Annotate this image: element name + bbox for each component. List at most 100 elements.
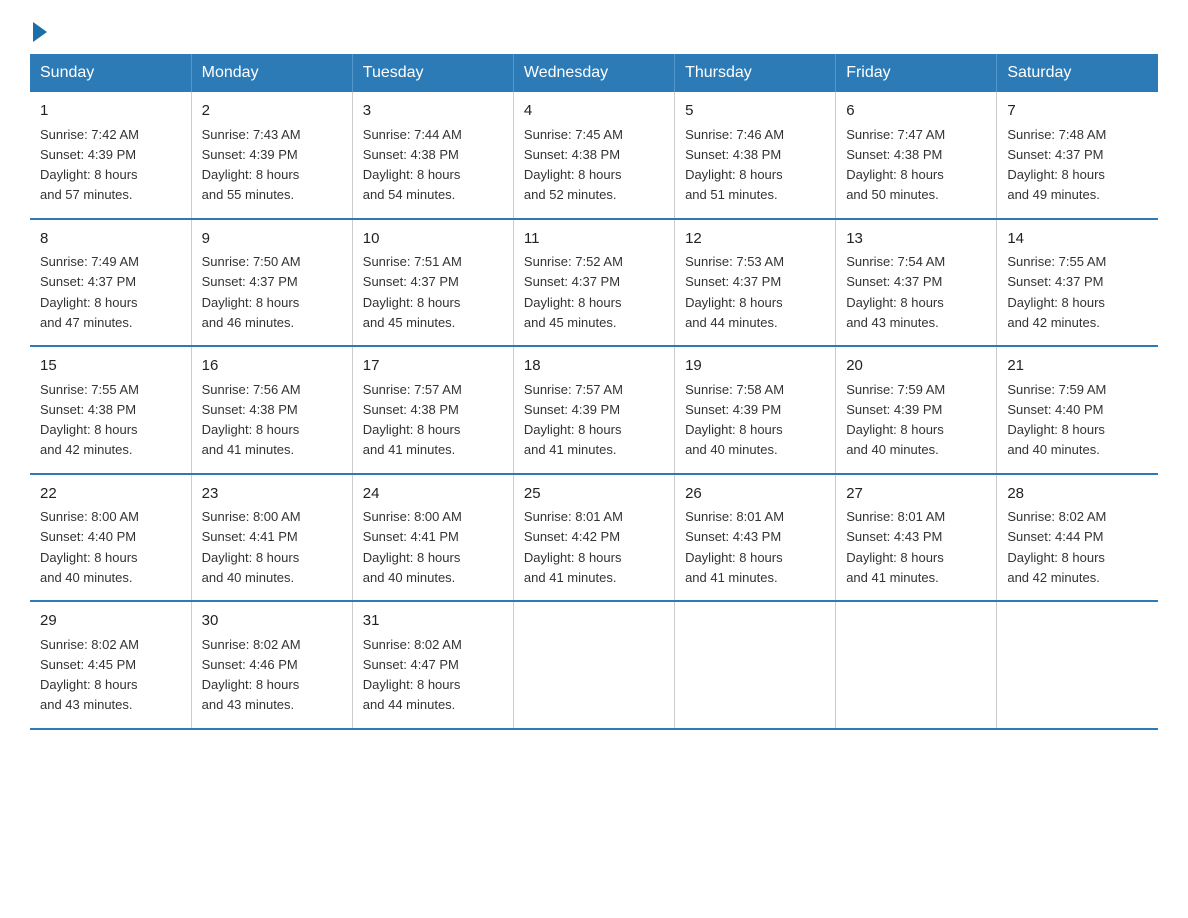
day-number: 12 bbox=[685, 228, 825, 251]
calendar-cell: 22 Sunrise: 8:00 AMSunset: 4:40 PMDaylig… bbox=[30, 474, 191, 602]
day-info: Sunrise: 7:57 AMSunset: 4:38 PMDaylight:… bbox=[363, 382, 462, 458]
day-number: 4 bbox=[524, 100, 664, 123]
day-number: 19 bbox=[685, 355, 825, 378]
day-info: Sunrise: 7:48 AMSunset: 4:37 PMDaylight:… bbox=[1007, 127, 1106, 203]
day-number: 18 bbox=[524, 355, 664, 378]
calendar-cell: 7 Sunrise: 7:48 AMSunset: 4:37 PMDayligh… bbox=[997, 92, 1158, 219]
calendar-header-row: SundayMondayTuesdayWednesdayThursdayFrid… bbox=[30, 54, 1158, 92]
header-wednesday: Wednesday bbox=[513, 54, 674, 92]
calendar-cell: 13 Sunrise: 7:54 AMSunset: 4:37 PMDaylig… bbox=[836, 219, 997, 347]
day-info: Sunrise: 8:02 AMSunset: 4:45 PMDaylight:… bbox=[40, 637, 139, 713]
day-info: Sunrise: 7:54 AMSunset: 4:37 PMDaylight:… bbox=[846, 254, 945, 330]
day-info: Sunrise: 7:55 AMSunset: 4:38 PMDaylight:… bbox=[40, 382, 139, 458]
day-number: 2 bbox=[202, 100, 342, 123]
day-number: 3 bbox=[363, 100, 503, 123]
calendar-week-row: 15 Sunrise: 7:55 AMSunset: 4:38 PMDaylig… bbox=[30, 346, 1158, 474]
calendar-cell: 30 Sunrise: 8:02 AMSunset: 4:46 PMDaylig… bbox=[191, 601, 352, 729]
day-info: Sunrise: 7:55 AMSunset: 4:37 PMDaylight:… bbox=[1007, 254, 1106, 330]
day-info: Sunrise: 7:46 AMSunset: 4:38 PMDaylight:… bbox=[685, 127, 784, 203]
day-number: 21 bbox=[1007, 355, 1148, 378]
calendar-week-row: 22 Sunrise: 8:00 AMSunset: 4:40 PMDaylig… bbox=[30, 474, 1158, 602]
calendar-cell: 26 Sunrise: 8:01 AMSunset: 4:43 PMDaylig… bbox=[675, 474, 836, 602]
day-info: Sunrise: 8:00 AMSunset: 4:40 PMDaylight:… bbox=[40, 509, 139, 585]
day-number: 22 bbox=[40, 483, 181, 506]
day-number: 5 bbox=[685, 100, 825, 123]
calendar-cell: 9 Sunrise: 7:50 AMSunset: 4:37 PMDayligh… bbox=[191, 219, 352, 347]
calendar-cell bbox=[997, 601, 1158, 729]
calendar-cell: 8 Sunrise: 7:49 AMSunset: 4:37 PMDayligh… bbox=[30, 219, 191, 347]
day-number: 13 bbox=[846, 228, 986, 251]
day-info: Sunrise: 8:02 AMSunset: 4:44 PMDaylight:… bbox=[1007, 509, 1106, 585]
calendar-cell: 15 Sunrise: 7:55 AMSunset: 4:38 PMDaylig… bbox=[30, 346, 191, 474]
calendar-cell: 10 Sunrise: 7:51 AMSunset: 4:37 PMDaylig… bbox=[352, 219, 513, 347]
day-number: 9 bbox=[202, 228, 342, 251]
day-info: Sunrise: 8:01 AMSunset: 4:42 PMDaylight:… bbox=[524, 509, 623, 585]
day-number: 11 bbox=[524, 228, 664, 251]
calendar-cell bbox=[675, 601, 836, 729]
calendar-cell: 21 Sunrise: 7:59 AMSunset: 4:40 PMDaylig… bbox=[997, 346, 1158, 474]
day-number: 1 bbox=[40, 100, 181, 123]
header-tuesday: Tuesday bbox=[352, 54, 513, 92]
day-number: 27 bbox=[846, 483, 986, 506]
calendar-cell: 4 Sunrise: 7:45 AMSunset: 4:38 PMDayligh… bbox=[513, 92, 674, 219]
logo-arrow-icon bbox=[33, 22, 47, 42]
day-info: Sunrise: 8:02 AMSunset: 4:46 PMDaylight:… bbox=[202, 637, 301, 713]
calendar-cell: 20 Sunrise: 7:59 AMSunset: 4:39 PMDaylig… bbox=[836, 346, 997, 474]
day-info: Sunrise: 7:47 AMSunset: 4:38 PMDaylight:… bbox=[846, 127, 945, 203]
day-number: 17 bbox=[363, 355, 503, 378]
header-monday: Monday bbox=[191, 54, 352, 92]
day-info: Sunrise: 7:45 AMSunset: 4:38 PMDaylight:… bbox=[524, 127, 623, 203]
calendar-cell: 16 Sunrise: 7:56 AMSunset: 4:38 PMDaylig… bbox=[191, 346, 352, 474]
calendar-cell: 11 Sunrise: 7:52 AMSunset: 4:37 PMDaylig… bbox=[513, 219, 674, 347]
calendar-cell: 6 Sunrise: 7:47 AMSunset: 4:38 PMDayligh… bbox=[836, 92, 997, 219]
day-info: Sunrise: 7:53 AMSunset: 4:37 PMDaylight:… bbox=[685, 254, 784, 330]
header-sunday: Sunday bbox=[30, 54, 191, 92]
day-number: 23 bbox=[202, 483, 342, 506]
day-number: 6 bbox=[846, 100, 986, 123]
day-info: Sunrise: 8:01 AMSunset: 4:43 PMDaylight:… bbox=[685, 509, 784, 585]
calendar-cell: 24 Sunrise: 8:00 AMSunset: 4:41 PMDaylig… bbox=[352, 474, 513, 602]
calendar-cell: 19 Sunrise: 7:58 AMSunset: 4:39 PMDaylig… bbox=[675, 346, 836, 474]
calendar-cell: 14 Sunrise: 7:55 AMSunset: 4:37 PMDaylig… bbox=[997, 219, 1158, 347]
calendar-cell: 27 Sunrise: 8:01 AMSunset: 4:43 PMDaylig… bbox=[836, 474, 997, 602]
day-number: 10 bbox=[363, 228, 503, 251]
day-number: 14 bbox=[1007, 228, 1148, 251]
calendar-table: SundayMondayTuesdayWednesdayThursdayFrid… bbox=[30, 54, 1158, 730]
calendar-cell: 23 Sunrise: 8:00 AMSunset: 4:41 PMDaylig… bbox=[191, 474, 352, 602]
day-number: 30 bbox=[202, 610, 342, 633]
day-info: Sunrise: 7:42 AMSunset: 4:39 PMDaylight:… bbox=[40, 127, 139, 203]
day-info: Sunrise: 7:58 AMSunset: 4:39 PMDaylight:… bbox=[685, 382, 784, 458]
calendar-cell: 17 Sunrise: 7:57 AMSunset: 4:38 PMDaylig… bbox=[352, 346, 513, 474]
calendar-cell: 29 Sunrise: 8:02 AMSunset: 4:45 PMDaylig… bbox=[30, 601, 191, 729]
calendar-cell: 2 Sunrise: 7:43 AMSunset: 4:39 PMDayligh… bbox=[191, 92, 352, 219]
calendar-week-row: 29 Sunrise: 8:02 AMSunset: 4:45 PMDaylig… bbox=[30, 601, 1158, 729]
day-info: Sunrise: 7:59 AMSunset: 4:39 PMDaylight:… bbox=[846, 382, 945, 458]
day-number: 24 bbox=[363, 483, 503, 506]
day-info: Sunrise: 7:51 AMSunset: 4:37 PMDaylight:… bbox=[363, 254, 462, 330]
header-thursday: Thursday bbox=[675, 54, 836, 92]
day-info: Sunrise: 7:49 AMSunset: 4:37 PMDaylight:… bbox=[40, 254, 139, 330]
calendar-cell: 5 Sunrise: 7:46 AMSunset: 4:38 PMDayligh… bbox=[675, 92, 836, 219]
day-info: Sunrise: 7:59 AMSunset: 4:40 PMDaylight:… bbox=[1007, 382, 1106, 458]
calendar-cell: 31 Sunrise: 8:02 AMSunset: 4:47 PMDaylig… bbox=[352, 601, 513, 729]
calendar-week-row: 8 Sunrise: 7:49 AMSunset: 4:37 PMDayligh… bbox=[30, 219, 1158, 347]
day-info: Sunrise: 7:56 AMSunset: 4:38 PMDaylight:… bbox=[202, 382, 301, 458]
day-number: 25 bbox=[524, 483, 664, 506]
day-number: 16 bbox=[202, 355, 342, 378]
day-info: Sunrise: 8:02 AMSunset: 4:47 PMDaylight:… bbox=[363, 637, 462, 713]
day-info: Sunrise: 8:01 AMSunset: 4:43 PMDaylight:… bbox=[846, 509, 945, 585]
calendar-cell bbox=[513, 601, 674, 729]
day-info: Sunrise: 7:43 AMSunset: 4:39 PMDaylight:… bbox=[202, 127, 301, 203]
day-info: Sunrise: 7:57 AMSunset: 4:39 PMDaylight:… bbox=[524, 382, 623, 458]
calendar-cell bbox=[836, 601, 997, 729]
calendar-cell: 25 Sunrise: 8:01 AMSunset: 4:42 PMDaylig… bbox=[513, 474, 674, 602]
day-number: 7 bbox=[1007, 100, 1148, 123]
day-info: Sunrise: 7:50 AMSunset: 4:37 PMDaylight:… bbox=[202, 254, 301, 330]
calendar-cell: 12 Sunrise: 7:53 AMSunset: 4:37 PMDaylig… bbox=[675, 219, 836, 347]
logo bbox=[30, 20, 47, 34]
day-number: 26 bbox=[685, 483, 825, 506]
header-saturday: Saturday bbox=[997, 54, 1158, 92]
calendar-cell: 18 Sunrise: 7:57 AMSunset: 4:39 PMDaylig… bbox=[513, 346, 674, 474]
calendar-cell: 3 Sunrise: 7:44 AMSunset: 4:38 PMDayligh… bbox=[352, 92, 513, 219]
day-info: Sunrise: 8:00 AMSunset: 4:41 PMDaylight:… bbox=[363, 509, 462, 585]
